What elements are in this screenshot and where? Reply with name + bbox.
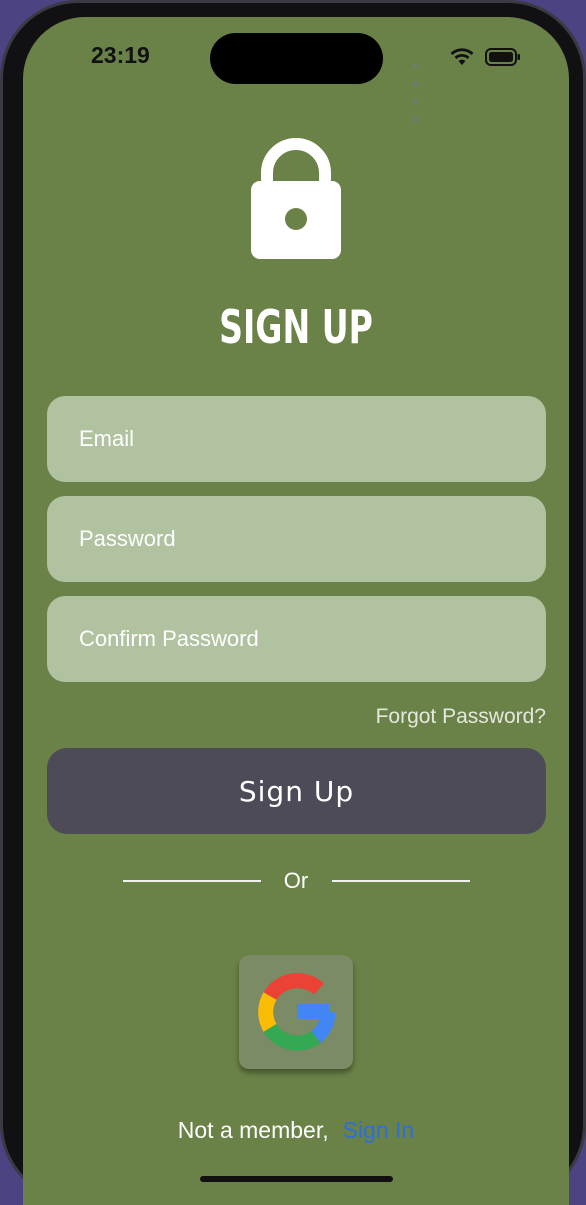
confirm-password-field[interactable] <box>47 596 546 682</box>
wifi-icon <box>450 48 474 65</box>
google-icon <box>258 973 335 1051</box>
battery-icon <box>485 48 520 66</box>
forgot-password-link[interactable]: Forgot Password? <box>376 705 546 729</box>
email-field[interactable] <box>47 396 546 482</box>
sign-up-button[interactable]: Sign Up <box>47 748 546 834</box>
or-label: Or <box>283 868 309 893</box>
signal-icon <box>413 55 420 127</box>
app-screen: 23:19 SIGN UP Email Forgot Password? Sig… <box>23 17 569 1205</box>
dynamic-island <box>210 33 383 84</box>
divider-line-right <box>332 880 470 882</box>
email-input[interactable] <box>77 425 546 453</box>
sign-in-link[interactable]: Sign In <box>343 1117 415 1143</box>
page-title: SIGN UP <box>219 300 373 354</box>
confirm-password-input[interactable] <box>77 625 546 653</box>
google-sign-in-button[interactable] <box>239 955 353 1069</box>
password-input[interactable] <box>77 525 546 553</box>
home-indicator[interactable] <box>200 1176 393 1182</box>
password-field[interactable] <box>47 496 546 582</box>
footer-prompt: Not a member, <box>177 1117 329 1143</box>
status-time: 23:19 <box>91 42 150 68</box>
lock-icon <box>251 138 341 259</box>
phone-frame: 23:19 SIGN UP Email Forgot Password? Sig… <box>0 0 586 1205</box>
footer: Not a member, Sign In <box>23 1117 569 1144</box>
